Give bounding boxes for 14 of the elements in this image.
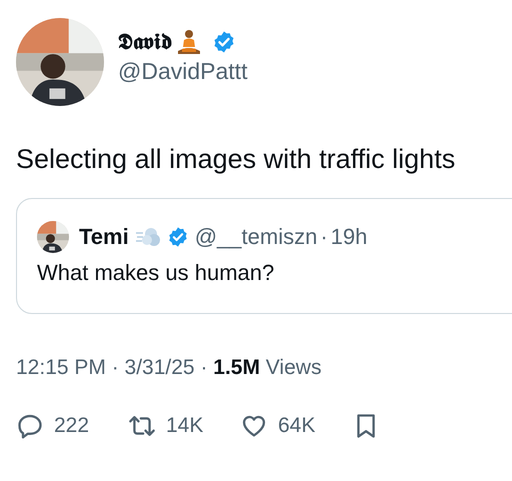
quote-text: What makes us human? [37,259,276,287]
like-button[interactable]: 64K [240,410,352,442]
quote-author-name: Temi [79,223,129,251]
quote-author-handle: @__temiszn [194,223,318,251]
author-handle: @DavidPattt [118,57,248,86]
repost-button[interactable]: 14K [128,410,240,442]
quote-time: 19h [330,223,368,251]
meditating-person-icon [176,29,202,55]
separator-dot: · [320,223,328,251]
puff-cloud-icon [134,225,161,249]
author-name: 𝕯𝖆𝖛𝖎𝖉 [118,28,172,56]
reply-button[interactable]: 222 [16,410,128,442]
tweet-text: Selecting all images with traffic lights [15,143,456,176]
tweet-meta: 12:15 PM · 3/31/25 · 1.5M Views [15,355,322,381]
